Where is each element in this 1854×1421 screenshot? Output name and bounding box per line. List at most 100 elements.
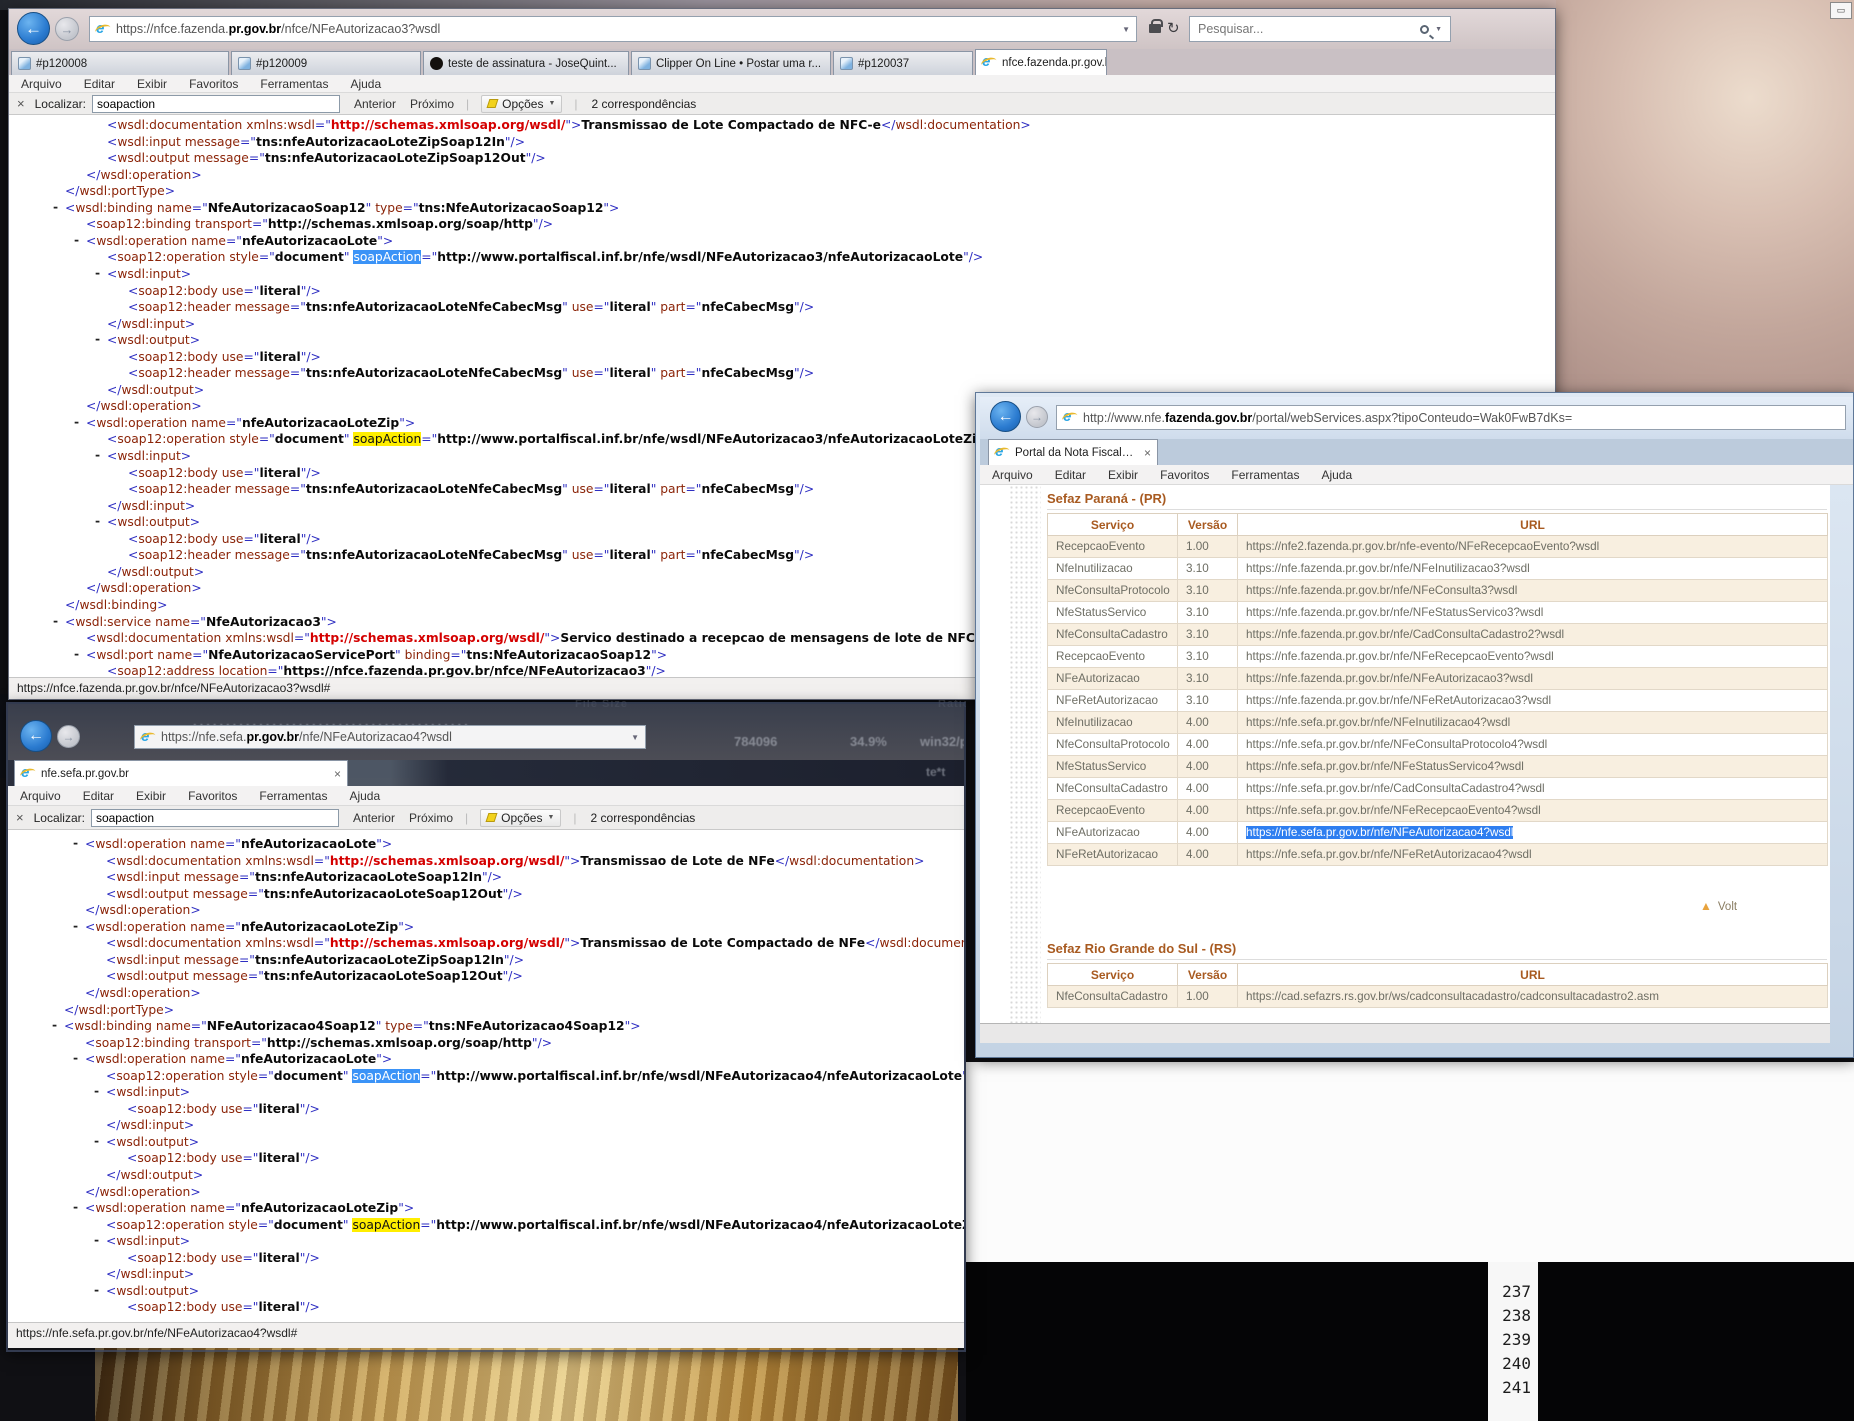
find-next-button[interactable]: Próximo — [409, 811, 453, 825]
collapse-toggle[interactable]: - — [94, 1134, 99, 1148]
collapse-toggle[interactable]: - — [95, 266, 100, 280]
cell-servico[interactable]: NFeAutorizacao — [1048, 668, 1178, 690]
find-close-icon[interactable]: × — [16, 810, 24, 825]
find-input[interactable] — [91, 809, 339, 827]
collapse-toggle[interactable]: - — [73, 836, 78, 850]
cell-url[interactable]: https://nfe.sefa.pr.gov.br/nfe/NFeAutori… — [1238, 822, 1828, 844]
tab-close-icon[interactable]: × — [1134, 446, 1151, 460]
forward-button[interactable]: → — [55, 17, 79, 41]
cell-url[interactable]: https://nfe.fazenda.pr.gov.br/nfe/NFeSta… — [1238, 602, 1828, 624]
menu-item-ferramentas[interactable]: Ferramentas — [1231, 468, 1299, 482]
table-row[interactable]: RecepcaoEvento1.00https://nfe2.fazenda.p… — [1048, 536, 1828, 558]
cell-versao[interactable]: 3.10 — [1178, 646, 1238, 668]
search-dropdown-icon[interactable]: ▼ — [1435, 26, 1442, 33]
cell-url[interactable]: https://nfe.sefa.pr.gov.br/nfe/NFeStatus… — [1238, 756, 1828, 778]
cell-servico[interactable]: NfeConsultaCadastro — [1048, 986, 1178, 1008]
cell-versao[interactable]: 4.00 — [1178, 800, 1238, 822]
menu-item-exibir[interactable]: Exibir — [137, 77, 167, 91]
cell-servico[interactable]: RecepcaoEvento — [1048, 646, 1178, 668]
cell-url[interactable]: https://nfe.fazenda.pr.gov.br/nfe/NFeRec… — [1238, 646, 1828, 668]
tab--p120009[interactable]: #p120009 — [231, 51, 421, 75]
search-input[interactable]: Pesquisar... ▼ — [1189, 16, 1451, 42]
menu-item-exibir[interactable]: Exibir — [1108, 468, 1138, 482]
collapse-toggle[interactable]: - — [52, 1018, 57, 1032]
cell-url[interactable]: https://nfe.fazenda.pr.gov.br/nfe/NFeCon… — [1238, 580, 1828, 602]
refresh-icon[interactable]: ↻ — [1167, 19, 1180, 37]
collapse-toggle[interactable]: - — [74, 233, 79, 247]
menu-item-editar[interactable]: Editar — [84, 77, 115, 91]
cell-servico[interactable]: NFeAutorizacao — [1048, 822, 1178, 844]
cell-versao[interactable]: 4.00 — [1178, 712, 1238, 734]
tab-portal-nfe[interactable]: e Portal da Nota Fiscal Eletrô... × — [988, 439, 1158, 465]
table-row[interactable]: NfeStatusServico3.10https://nfe.fazenda.… — [1048, 602, 1828, 624]
table-row[interactable]: NFeRetAutorizacao4.00https://nfe.sefa.pr… — [1048, 844, 1828, 866]
collapse-toggle[interactable]: - — [53, 614, 58, 628]
table-row[interactable]: RecepcaoEvento4.00https://nfe.sefa.pr.go… — [1048, 800, 1828, 822]
tab-nfe-sefa[interactable]: e nfe.sefa.pr.gov.br × — [14, 760, 348, 786]
cell-url[interactable]: https://cad.sefazrs.rs.gov.br/ws/cadcons… — [1238, 986, 1828, 1008]
cell-servico[interactable]: NfeConsultaProtocolo — [1048, 734, 1178, 756]
cell-url[interactable]: https://nfe.fazenda.pr.gov.br/nfe/NFeInu… — [1238, 558, 1828, 580]
collapse-toggle[interactable]: - — [94, 1233, 99, 1247]
cell-servico[interactable]: NFeRetAutorizacao — [1048, 690, 1178, 712]
cell-url[interactable]: https://nfe.fazenda.pr.gov.br/nfe/NFeAut… — [1238, 668, 1828, 690]
address-dropdown-icon[interactable]: ▼ — [1122, 25, 1130, 34]
collapse-toggle[interactable]: - — [95, 448, 100, 462]
menu-item-arquivo[interactable]: Arquivo — [21, 77, 62, 91]
back-button[interactable]: ← — [17, 12, 50, 45]
back-to-top-link[interactable]: ▲Volt — [1700, 899, 1737, 913]
menu-item-ferramentas[interactable]: Ferramentas — [259, 789, 327, 803]
table-row[interactable]: NFeAutorizacao3.10https://nfe.fazenda.pr… — [1048, 668, 1828, 690]
search-icon[interactable] — [1420, 25, 1429, 34]
collapse-toggle[interactable]: - — [73, 1200, 78, 1214]
menu-item-ferramentas[interactable]: Ferramentas — [260, 77, 328, 91]
tab-clipper-on-line-postar-uma-r-[interactable]: Clipper On Line • Postar uma r... — [631, 51, 831, 75]
forward-button[interactable]: → — [57, 725, 80, 748]
cell-servico[interactable]: NfeStatusServico — [1048, 602, 1178, 624]
cell-versao[interactable]: 1.00 — [1178, 986, 1238, 1008]
tab-teste-de-assinatura-josequint-[interactable]: teste de assinatura - JoseQuint... — [423, 51, 629, 75]
cell-versao[interactable]: 3.10 — [1178, 624, 1238, 646]
cell-versao[interactable]: 1.00 — [1178, 536, 1238, 558]
collapse-toggle[interactable]: - — [94, 1084, 99, 1098]
table-row[interactable]: NFeAutorizacao4.00https://nfe.sefa.pr.go… — [1048, 822, 1828, 844]
back-button[interactable]: ← — [20, 720, 52, 752]
collapse-toggle[interactable]: - — [73, 1051, 78, 1065]
tab--p120008[interactable]: #p120008 — [11, 51, 229, 75]
menu-item-favoritos[interactable]: Favoritos — [189, 77, 238, 91]
menu-item-ajuda[interactable]: Ajuda — [349, 789, 380, 803]
menu-item-arquivo[interactable]: Arquivo — [992, 468, 1033, 482]
table-row[interactable]: NfeInutilizacao3.10https://nfe.fazenda.p… — [1048, 558, 1828, 580]
cell-servico[interactable]: NfeInutilizacao — [1048, 712, 1178, 734]
address-dropdown-icon[interactable]: ▼ — [631, 733, 639, 742]
table-row[interactable]: NfeConsultaProtocolo4.00https://nfe.sefa… — [1048, 734, 1828, 756]
tab-nfce-fazenda[interactable]: enfce.fazenda.pr.gov.br× — [975, 49, 1107, 75]
cell-versao[interactable]: 3.10 — [1178, 602, 1238, 624]
table-row[interactable]: NfeConsultaCadastro4.00https://nfe.sefa.… — [1048, 778, 1828, 800]
collapse-toggle[interactable]: - — [73, 919, 78, 933]
cell-servico[interactable]: RecepcaoEvento — [1048, 800, 1178, 822]
collapse-toggle[interactable]: - — [53, 200, 58, 214]
cell-versao[interactable]: 3.10 — [1178, 668, 1238, 690]
cell-versao[interactable]: 4.00 — [1178, 778, 1238, 800]
find-input[interactable] — [92, 95, 340, 113]
find-previous-button[interactable]: Anterior — [354, 97, 396, 111]
cell-url[interactable]: https://nfe2.fazenda.pr.gov.br/nfe-event… — [1238, 536, 1828, 558]
menu-item-ajuda[interactable]: Ajuda — [1321, 468, 1352, 482]
cell-url[interactable]: https://nfe.sefa.pr.gov.br/nfe/CadConsul… — [1238, 778, 1828, 800]
cell-versao[interactable]: 4.00 — [1178, 844, 1238, 866]
menu-item-favoritos[interactable]: Favoritos — [1160, 468, 1209, 482]
cell-versao[interactable]: 4.00 — [1178, 822, 1238, 844]
cell-servico[interactable]: NfeConsultaCadastro — [1048, 624, 1178, 646]
table-row[interactable]: NfeConsultaCadastro1.00https://cad.sefaz… — [1048, 986, 1828, 1008]
cell-url[interactable]: https://nfe.sefa.pr.gov.br/nfe/NFeRetAut… — [1238, 844, 1828, 866]
table-row[interactable]: NFeRetAutorizacao3.10https://nfe.fazenda… — [1048, 690, 1828, 712]
cell-url[interactable]: https://nfe.sefa.pr.gov.br/nfe/NFeConsul… — [1238, 734, 1828, 756]
cell-versao[interactable]: 3.10 — [1178, 690, 1238, 712]
find-next-button[interactable]: Próximo — [410, 97, 454, 111]
address-bar[interactable]: e http://www.nfe.fazenda.gov.br/portal/w… — [1056, 405, 1846, 430]
cell-servico[interactable]: NfeStatusServico — [1048, 756, 1178, 778]
find-close-icon[interactable]: × — [17, 96, 25, 111]
cell-versao[interactable]: 3.10 — [1178, 558, 1238, 580]
collapse-toggle[interactable]: - — [95, 332, 100, 346]
